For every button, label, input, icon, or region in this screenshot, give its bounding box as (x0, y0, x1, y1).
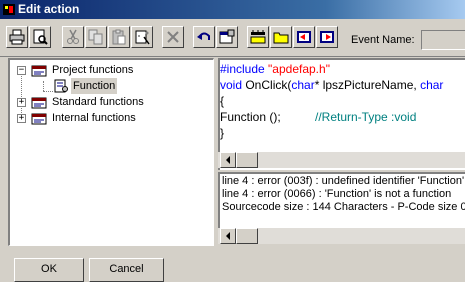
message-line: Sourcecode size : 144 Characters - P-Cod… (222, 201, 465, 213)
scrollbar-thumb[interactable] (236, 152, 258, 168)
scroll-left-button[interactable] (220, 228, 236, 244)
code-line-2: void OnClick(char* lpszPictureName, char (220, 78, 444, 92)
undo-button[interactable] (193, 26, 215, 48)
code-line-1: #include "apdefap.h" (220, 62, 330, 76)
compiler-messages: line 4 : error (003f) : undefined identi… (218, 172, 465, 228)
function-file-icon (54, 79, 68, 93)
copy-button[interactable] (85, 26, 107, 48)
tree-item-label: Function (71, 78, 118, 94)
message-line: line 4 : error (0066) : 'Function' is no… (222, 188, 452, 200)
paste-icon (112, 29, 126, 45)
window-title: Edit action (18, 2, 80, 16)
wizard-icon (135, 30, 150, 45)
expand-icon[interactable]: + (17, 98, 26, 107)
open-folder-button[interactable] (270, 26, 292, 48)
export-icon (320, 31, 334, 43)
wizard-button[interactable] (131, 26, 153, 48)
code-horizontal-scrollbar[interactable] (218, 152, 465, 168)
messages-horizontal-scrollbar[interactable] (218, 228, 465, 244)
undo-icon (197, 32, 210, 40)
function-group-icon (31, 113, 47, 125)
event-name-label: Event Name: (351, 34, 415, 46)
print-preview-button[interactable] (29, 26, 51, 48)
print-preview-icon (33, 29, 48, 45)
arrow-left-icon (226, 156, 230, 164)
folder-icon (273, 32, 289, 44)
compile-button[interactable] (247, 26, 269, 48)
tree-item-label: Project functions (52, 64, 134, 76)
title-bar: Edit action (0, 0, 465, 19)
export-button[interactable] (316, 26, 338, 48)
ok-button[interactable]: OK (14, 258, 84, 282)
print-button[interactable] (6, 26, 28, 48)
tree-item-label: Standard functions (52, 96, 144, 108)
code-line-4: Function ();//Return-Type :void (220, 110, 417, 124)
code-line-3: { (220, 94, 225, 108)
delete-button[interactable] (162, 26, 184, 48)
cut-button[interactable] (62, 26, 84, 48)
cancel-button[interactable]: Cancel (89, 258, 164, 282)
arrow-left-icon (226, 232, 230, 240)
import-icon (297, 31, 311, 43)
collapse-icon[interactable]: − (17, 66, 26, 75)
code-line-5: } (220, 126, 225, 140)
function-tree[interactable]: − Project functions Function + Standard … (8, 58, 214, 246)
message-line: line 4 : error (003f) : undefined identi… (222, 175, 465, 187)
tree-item-label: Internal functions (52, 112, 136, 124)
print-icon (9, 29, 25, 45)
tree-item-standard-functions[interactable]: + Standard functions (10, 94, 210, 110)
tree-item-internal-functions[interactable]: + Internal functions (10, 110, 210, 126)
scroll-left-button[interactable] (220, 152, 236, 168)
function-group-icon (31, 97, 47, 109)
event-name-field[interactable] (421, 30, 465, 50)
import-button[interactable] (293, 26, 315, 48)
expand-icon[interactable]: + (17, 114, 26, 123)
copy-icon (88, 29, 103, 45)
scrollbar-thumb[interactable] (236, 228, 258, 244)
tree-item-project-functions[interactable]: − Project functions (10, 62, 210, 78)
toolbar: Event Name: (0, 20, 465, 57)
cut-icon (67, 29, 79, 44)
tree-item-function[interactable]: Function (10, 78, 210, 94)
delete-icon (167, 31, 179, 43)
paste-button[interactable] (108, 26, 130, 48)
properties-icon (219, 29, 235, 44)
app-icon (3, 4, 15, 15)
properties-button[interactable] (216, 26, 238, 48)
compile-icon (250, 30, 266, 44)
function-group-icon (31, 65, 47, 77)
